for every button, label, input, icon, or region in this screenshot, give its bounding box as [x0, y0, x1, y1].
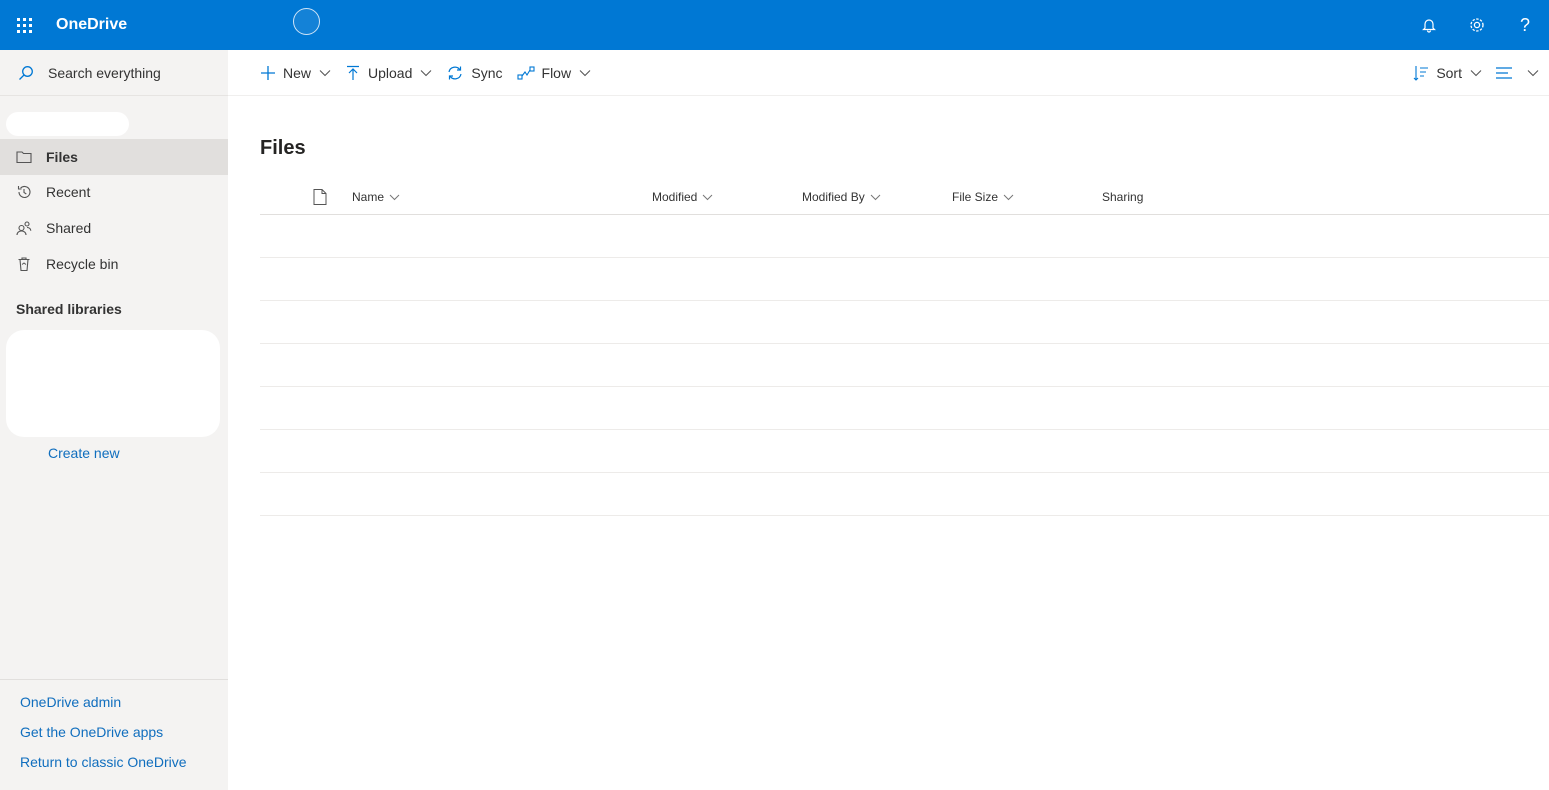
sync-icon: [448, 66, 462, 79]
command-bar: New Upload Sync Flow Sort: [228, 50, 1549, 96]
redacted-library-list: [6, 330, 220, 437]
nav-item-label: Shared: [46, 220, 92, 236]
flow-button[interactable]: Flow: [516, 64, 592, 81]
view-options-button[interactable]: [1496, 67, 1539, 79]
notifications-button[interactable]: [1405, 0, 1453, 50]
help-icon: ?: [1519, 14, 1530, 35]
column-header-file-size[interactable]: File Size: [952, 190, 1014, 204]
people-icon: [16, 221, 32, 236]
file-type-icon[interactable]: [313, 189, 327, 205]
get-apps-link[interactable]: Get the OneDrive apps: [20, 724, 163, 740]
upload-icon: [347, 65, 360, 80]
gear-icon: [1470, 18, 1484, 32]
chevron-down-icon: [579, 69, 591, 76]
nav-item-label: Files: [46, 149, 78, 165]
history-icon: [17, 185, 31, 198]
classic-onedrive-link[interactable]: Return to classic OneDrive: [20, 754, 187, 770]
table-row-divider: [260, 343, 1549, 344]
settings-button[interactable]: [1453, 0, 1501, 50]
chevron-down-icon: [1470, 70, 1482, 77]
table-row-divider: [260, 472, 1549, 473]
table-row-divider: [260, 257, 1549, 258]
search-placeholder: Search everything: [48, 64, 161, 81]
redacted-user-name: [6, 112, 129, 136]
flow-label: Flow: [541, 64, 572, 81]
sort-button[interactable]: Sort: [1413, 65, 1482, 81]
column-header-label: Name: [352, 190, 385, 204]
flow-icon: [516, 65, 535, 80]
chevron-down-icon: [1003, 194, 1014, 200]
create-new-library-link[interactable]: Create new: [48, 445, 120, 461]
plus-icon: [261, 65, 275, 80]
table-row-divider: [260, 300, 1549, 301]
nav-item-shared[interactable]: Shared: [0, 210, 228, 246]
left-navigation: Search everything Files Recent Shared Re…: [0, 50, 228, 790]
upload-label: Upload: [368, 64, 413, 81]
nav-divider: [0, 679, 228, 680]
app-name[interactable]: OneDrive: [56, 16, 127, 34]
chevron-down-icon: [319, 69, 331, 76]
folder-icon: [16, 151, 32, 164]
nav-item-recycle-bin[interactable]: Recycle bin: [0, 246, 228, 282]
sync-button[interactable]: Sync: [446, 64, 503, 81]
column-header-name[interactable]: Name: [352, 190, 400, 204]
nav-item-label: Recycle bin: [46, 256, 119, 272]
sort-icon: [1413, 66, 1429, 81]
page-title: Files: [260, 137, 306, 159]
column-header-modified-by[interactable]: Modified By: [802, 190, 881, 204]
loading-spinner-icon: [293, 8, 320, 35]
column-header-label: File Size: [952, 190, 999, 204]
chevron-down-icon: [421, 69, 432, 76]
suite-header: OneDrive ?: [0, 0, 1549, 50]
new-label: New: [283, 64, 312, 81]
trash-icon: [18, 257, 30, 272]
nav-item-files[interactable]: Files: [0, 139, 228, 175]
chevron-down-icon: [1527, 70, 1539, 77]
table-row-divider: [260, 386, 1549, 387]
search-icon: [19, 65, 33, 80]
column-header-label: Sharing: [1102, 190, 1144, 204]
shared-libraries-heading: Shared libraries: [16, 301, 122, 317]
help-button[interactable]: ?: [1501, 0, 1549, 50]
search-box[interactable]: Search everything: [0, 50, 228, 96]
column-header-label: Modified: [652, 190, 698, 204]
column-header-modified[interactable]: Modified: [652, 190, 713, 204]
nav-item-recent[interactable]: Recent: [0, 174, 228, 210]
sort-label: Sort: [1436, 65, 1462, 81]
column-header-label: Modified By: [802, 190, 865, 204]
waffle-icon: [16, 17, 32, 33]
chevron-down-icon: [703, 194, 713, 200]
sync-label: Sync: [471, 64, 503, 81]
header-divider: [260, 214, 1549, 215]
table-row-divider: [260, 429, 1549, 430]
new-button[interactable]: New: [260, 65, 331, 81]
table-row-divider: [260, 515, 1549, 516]
bell-icon: [1422, 19, 1436, 33]
nav-item-label: Recent: [46, 184, 91, 200]
list-view-icon: [1496, 67, 1512, 79]
app-launcher-button[interactable]: [0, 0, 48, 50]
chevron-down-icon: [870, 194, 881, 200]
onedrive-admin-link[interactable]: OneDrive admin: [20, 694, 121, 710]
chevron-down-icon: [389, 194, 400, 200]
column-header-sharing[interactable]: Sharing: [1102, 190, 1143, 204]
upload-button[interactable]: Upload: [345, 65, 432, 81]
